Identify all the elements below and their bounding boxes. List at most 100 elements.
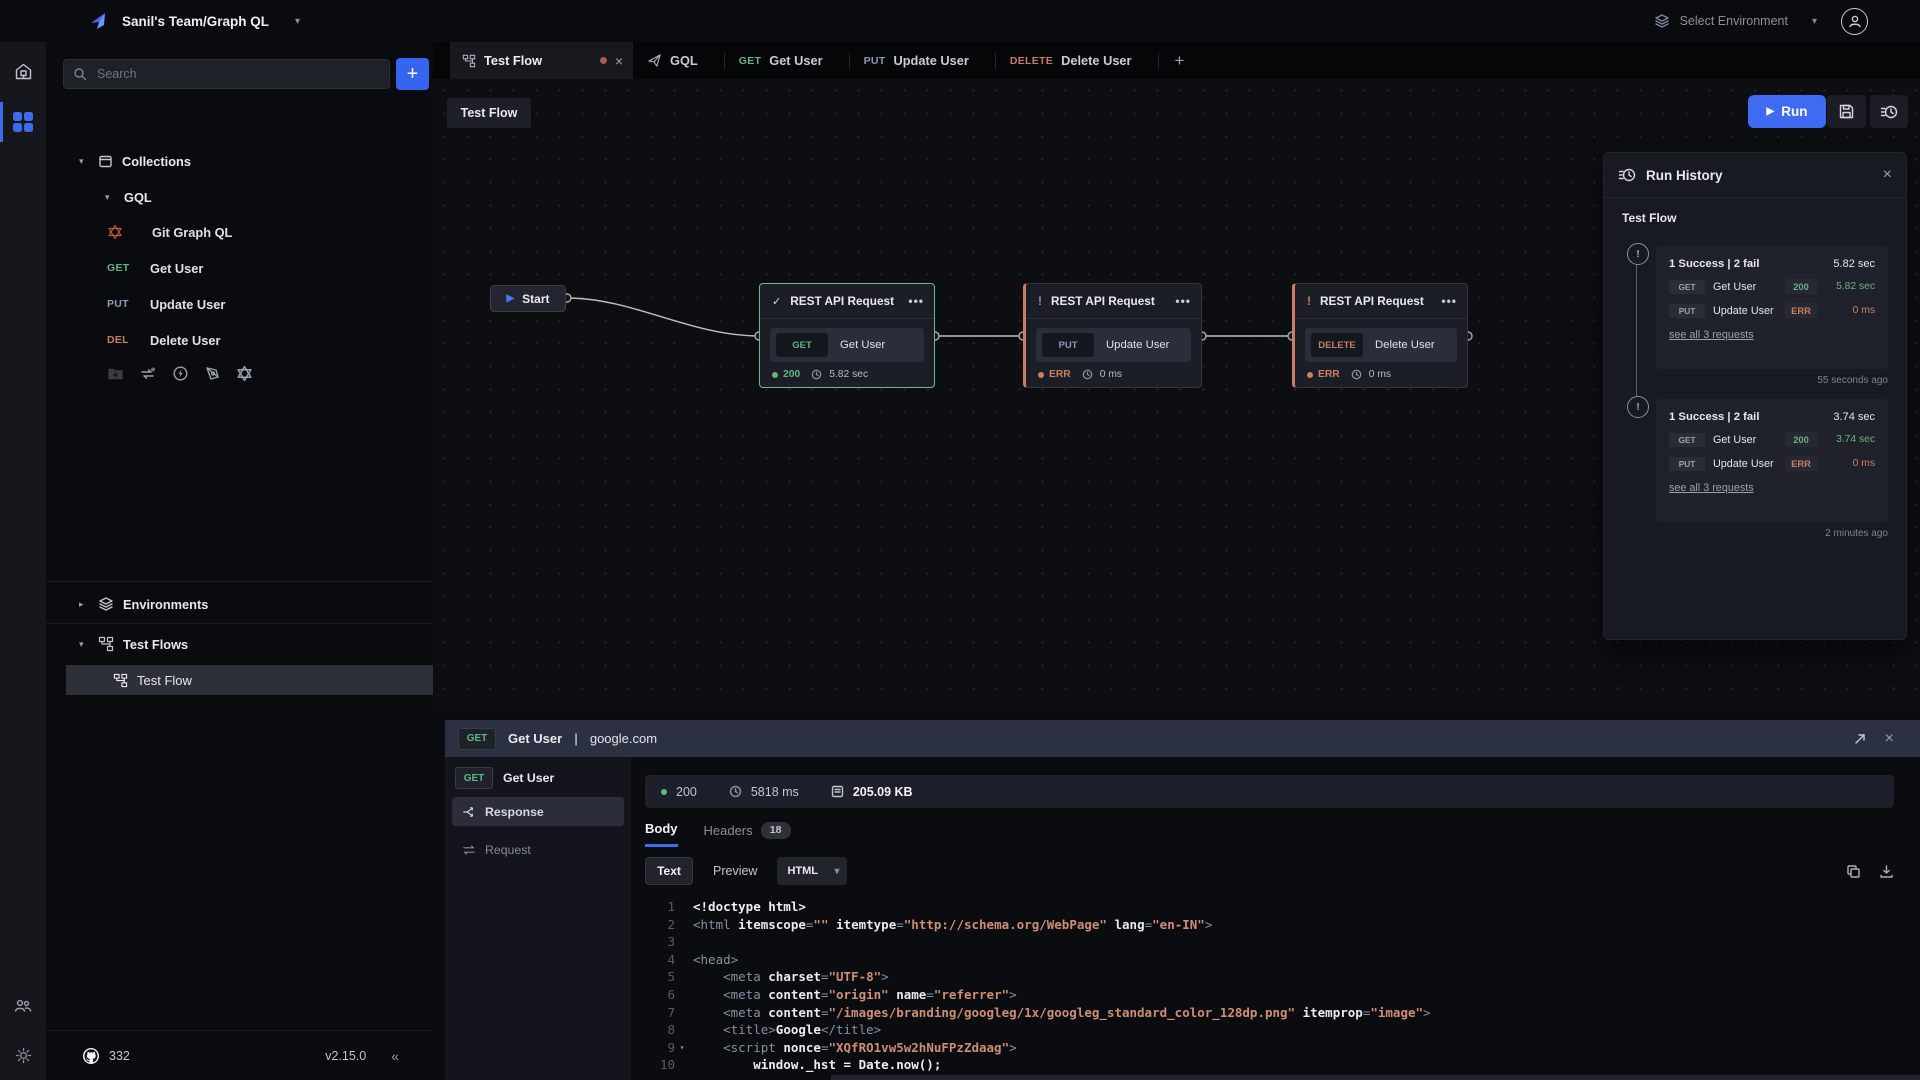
chevron-down-icon[interactable]: ▾ <box>79 639 89 650</box>
user-avatar[interactable] <box>1841 8 1868 35</box>
method-badge: PUT <box>864 55 886 67</box>
request-item-update-user[interactable]: PUT Update User <box>107 291 225 317</box>
tab-delete-user[interactable]: DELETE Delete User <box>996 42 1158 79</box>
request-item-get-user[interactable]: GET Get User <box>107 255 203 281</box>
tab-test-flow[interactable]: Test Flow × <box>450 42 633 79</box>
node-get-user[interactable]: ✓ REST API Request ••• GET Get User 200 … <box>759 283 935 388</box>
run-timestamp: 2 minutes ago <box>1656 528 1888 539</box>
run-card[interactable]: 1 Success | 2 fail 5.82 sec GET Get User… <box>1656 246 1888 369</box>
workspace-switcher[interactable]: Sanil's Team/Graph QL ▾ <box>0 10 300 32</box>
test-flows-section[interactable]: ▾ Test Flows <box>79 631 188 657</box>
node-request[interactable]: DELETE Delete User <box>1305 328 1457 362</box>
request-item-delete-user[interactable]: DEL Delete User <box>107 327 220 353</box>
tab-headers[interactable]: Headers 18 <box>704 822 791 847</box>
nav-response[interactable]: Response <box>452 797 624 826</box>
chevron-down-icon[interactable]: ▾ <box>79 156 89 167</box>
run-history-button[interactable] <box>1870 95 1908 128</box>
code-line: 7 <meta content="/images/branding/google… <box>645 1004 1920 1022</box>
run-card[interactable]: 1 Success | 2 fail 3.74 sec GET Get User… <box>1656 399 1888 522</box>
format-select[interactable]: HTML ▾ <box>777 857 847 885</box>
node-menu-icon[interactable]: ••• <box>1441 294 1457 308</box>
folder-gql[interactable]: ▾ GQL <box>105 184 152 210</box>
import-requests-icon[interactable] <box>139 365 157 382</box>
add-folder-icon[interactable] <box>107 365 124 382</box>
close-panel-icon[interactable]: × <box>1885 730 1894 748</box>
status-code-badge: ERR <box>1785 303 1817 318</box>
close-tab-icon[interactable]: × <box>615 53 623 69</box>
environments-section[interactable]: ▸ Environments <box>79 591 208 617</box>
environment-caret-icon[interactable]: ▾ <box>1812 16 1817 27</box>
request-name: Get User <box>840 339 885 351</box>
horizontal-scrollbar[interactable] <box>831 1075 1920 1080</box>
see-all-requests-link[interactable]: see all 3 requests <box>1669 482 1754 494</box>
tab-label: Get User <box>769 53 822 68</box>
add-button[interactable]: + <box>396 58 429 90</box>
api-pen-icon[interactable] <box>204 365 221 382</box>
node-request[interactable]: PUT Update User <box>1036 328 1191 362</box>
request-time: 0 ms <box>1825 305 1875 316</box>
start-node[interactable]: ▶ Start <box>490 285 566 312</box>
collections-grid-icon[interactable] <box>0 102 46 142</box>
tab-update-user[interactable]: PUT Update User <box>850 42 995 79</box>
run-request-row: PUT Update User ERR 0 ms <box>1669 303 1875 318</box>
copy-icon[interactable] <box>1846 864 1861 879</box>
select-environment-label[interactable]: Select Environment <box>1680 14 1788 28</box>
collapse-sidebar-button[interactable]: « <box>391 1048 399 1064</box>
socket-icon[interactable] <box>172 365 189 382</box>
request-item-git-graph-ql[interactable]: Git Graph QL <box>107 219 232 245</box>
firecamp-logo-icon <box>88 10 110 32</box>
view-text-button[interactable]: Text <box>645 857 693 885</box>
play-icon: ▶ <box>1767 106 1775 117</box>
see-all-requests-link[interactable]: see all 3 requests <box>1669 329 1754 341</box>
github-icon[interactable] <box>82 1047 100 1065</box>
expand-panel-icon[interactable] <box>1853 732 1867 746</box>
request-host: google.com <box>590 731 657 746</box>
nav-request[interactable]: Request <box>452 835 624 864</box>
environments-label: Environments <box>123 597 208 612</box>
node-delete-user[interactable]: ! REST API Request ••• DELETE Delete Use… <box>1292 283 1468 388</box>
node-update-user[interactable]: ! REST API Request ••• PUT Update User E… <box>1023 283 1202 388</box>
graphql-tool-icon[interactable] <box>236 365 253 382</box>
run-button[interactable]: ▶ Run <box>1748 95 1826 128</box>
divider <box>46 623 433 624</box>
run-duration: 5.82 sec <box>1833 258 1875 270</box>
save-button[interactable] <box>1827 95 1866 128</box>
code-line: 1<!doctype html> <box>645 898 1920 916</box>
team-icon[interactable] <box>0 986 46 1026</box>
search-input[interactable] <box>95 66 380 82</box>
node-request[interactable]: GET Get User <box>770 328 924 362</box>
clock-icon <box>1082 369 1093 380</box>
chevron-right-icon[interactable]: ▸ <box>79 599 89 610</box>
collections-section[interactable]: ▾ Collections <box>79 148 191 174</box>
test-flow-item-label: Test Flow <box>137 673 192 688</box>
home-icon[interactable] <box>0 51 46 91</box>
tab-body[interactable]: Body <box>645 821 678 847</box>
flow-canvas[interactable]: Test Flow ▶ Run ▶ Start ✓ REST API Reque… <box>433 79 1920 708</box>
code-line: 4<head> <box>645 951 1920 969</box>
response-panel-header[interactable]: GET Get User | google.com × <box>445 720 1920 757</box>
download-icon[interactable] <box>1879 864 1894 879</box>
request-time: 0 ms <box>1825 458 1875 469</box>
history-icon <box>1618 167 1636 183</box>
app-version: v2.15.0 <box>325 1049 366 1063</box>
status-dot <box>661 789 667 795</box>
fold-caret-icon[interactable]: ▾ <box>675 1039 689 1057</box>
request-name: Update User <box>1106 339 1169 351</box>
code-editor[interactable]: 1<!doctype html>2<html itemscope="" item… <box>645 898 1920 1080</box>
request-name: Get User <box>1713 281 1756 293</box>
close-history-icon[interactable]: × <box>1883 166 1892 184</box>
status-dot <box>1038 372 1044 378</box>
search-box[interactable] <box>63 59 390 89</box>
view-preview-button[interactable]: Preview <box>713 864 757 878</box>
flow-icon <box>462 54 476 68</box>
request-name: Update User <box>1713 305 1774 317</box>
node-menu-icon[interactable]: ••• <box>1175 294 1191 308</box>
chevron-down-icon[interactable]: ▾ <box>105 192 115 203</box>
node-menu-icon[interactable]: ••• <box>908 294 924 308</box>
new-tab-button[interactable]: + <box>1159 42 1185 79</box>
tab-gql[interactable]: GQL <box>633 42 724 79</box>
settings-gear-icon[interactable] <box>0 1035 46 1075</box>
tab-get-user[interactable]: GET Get User <box>725 42 849 79</box>
sidebar-item-test-flow[interactable]: Test Flow <box>66 665 433 695</box>
workspace-caret-icon[interactable]: ▾ <box>295 16 300 27</box>
